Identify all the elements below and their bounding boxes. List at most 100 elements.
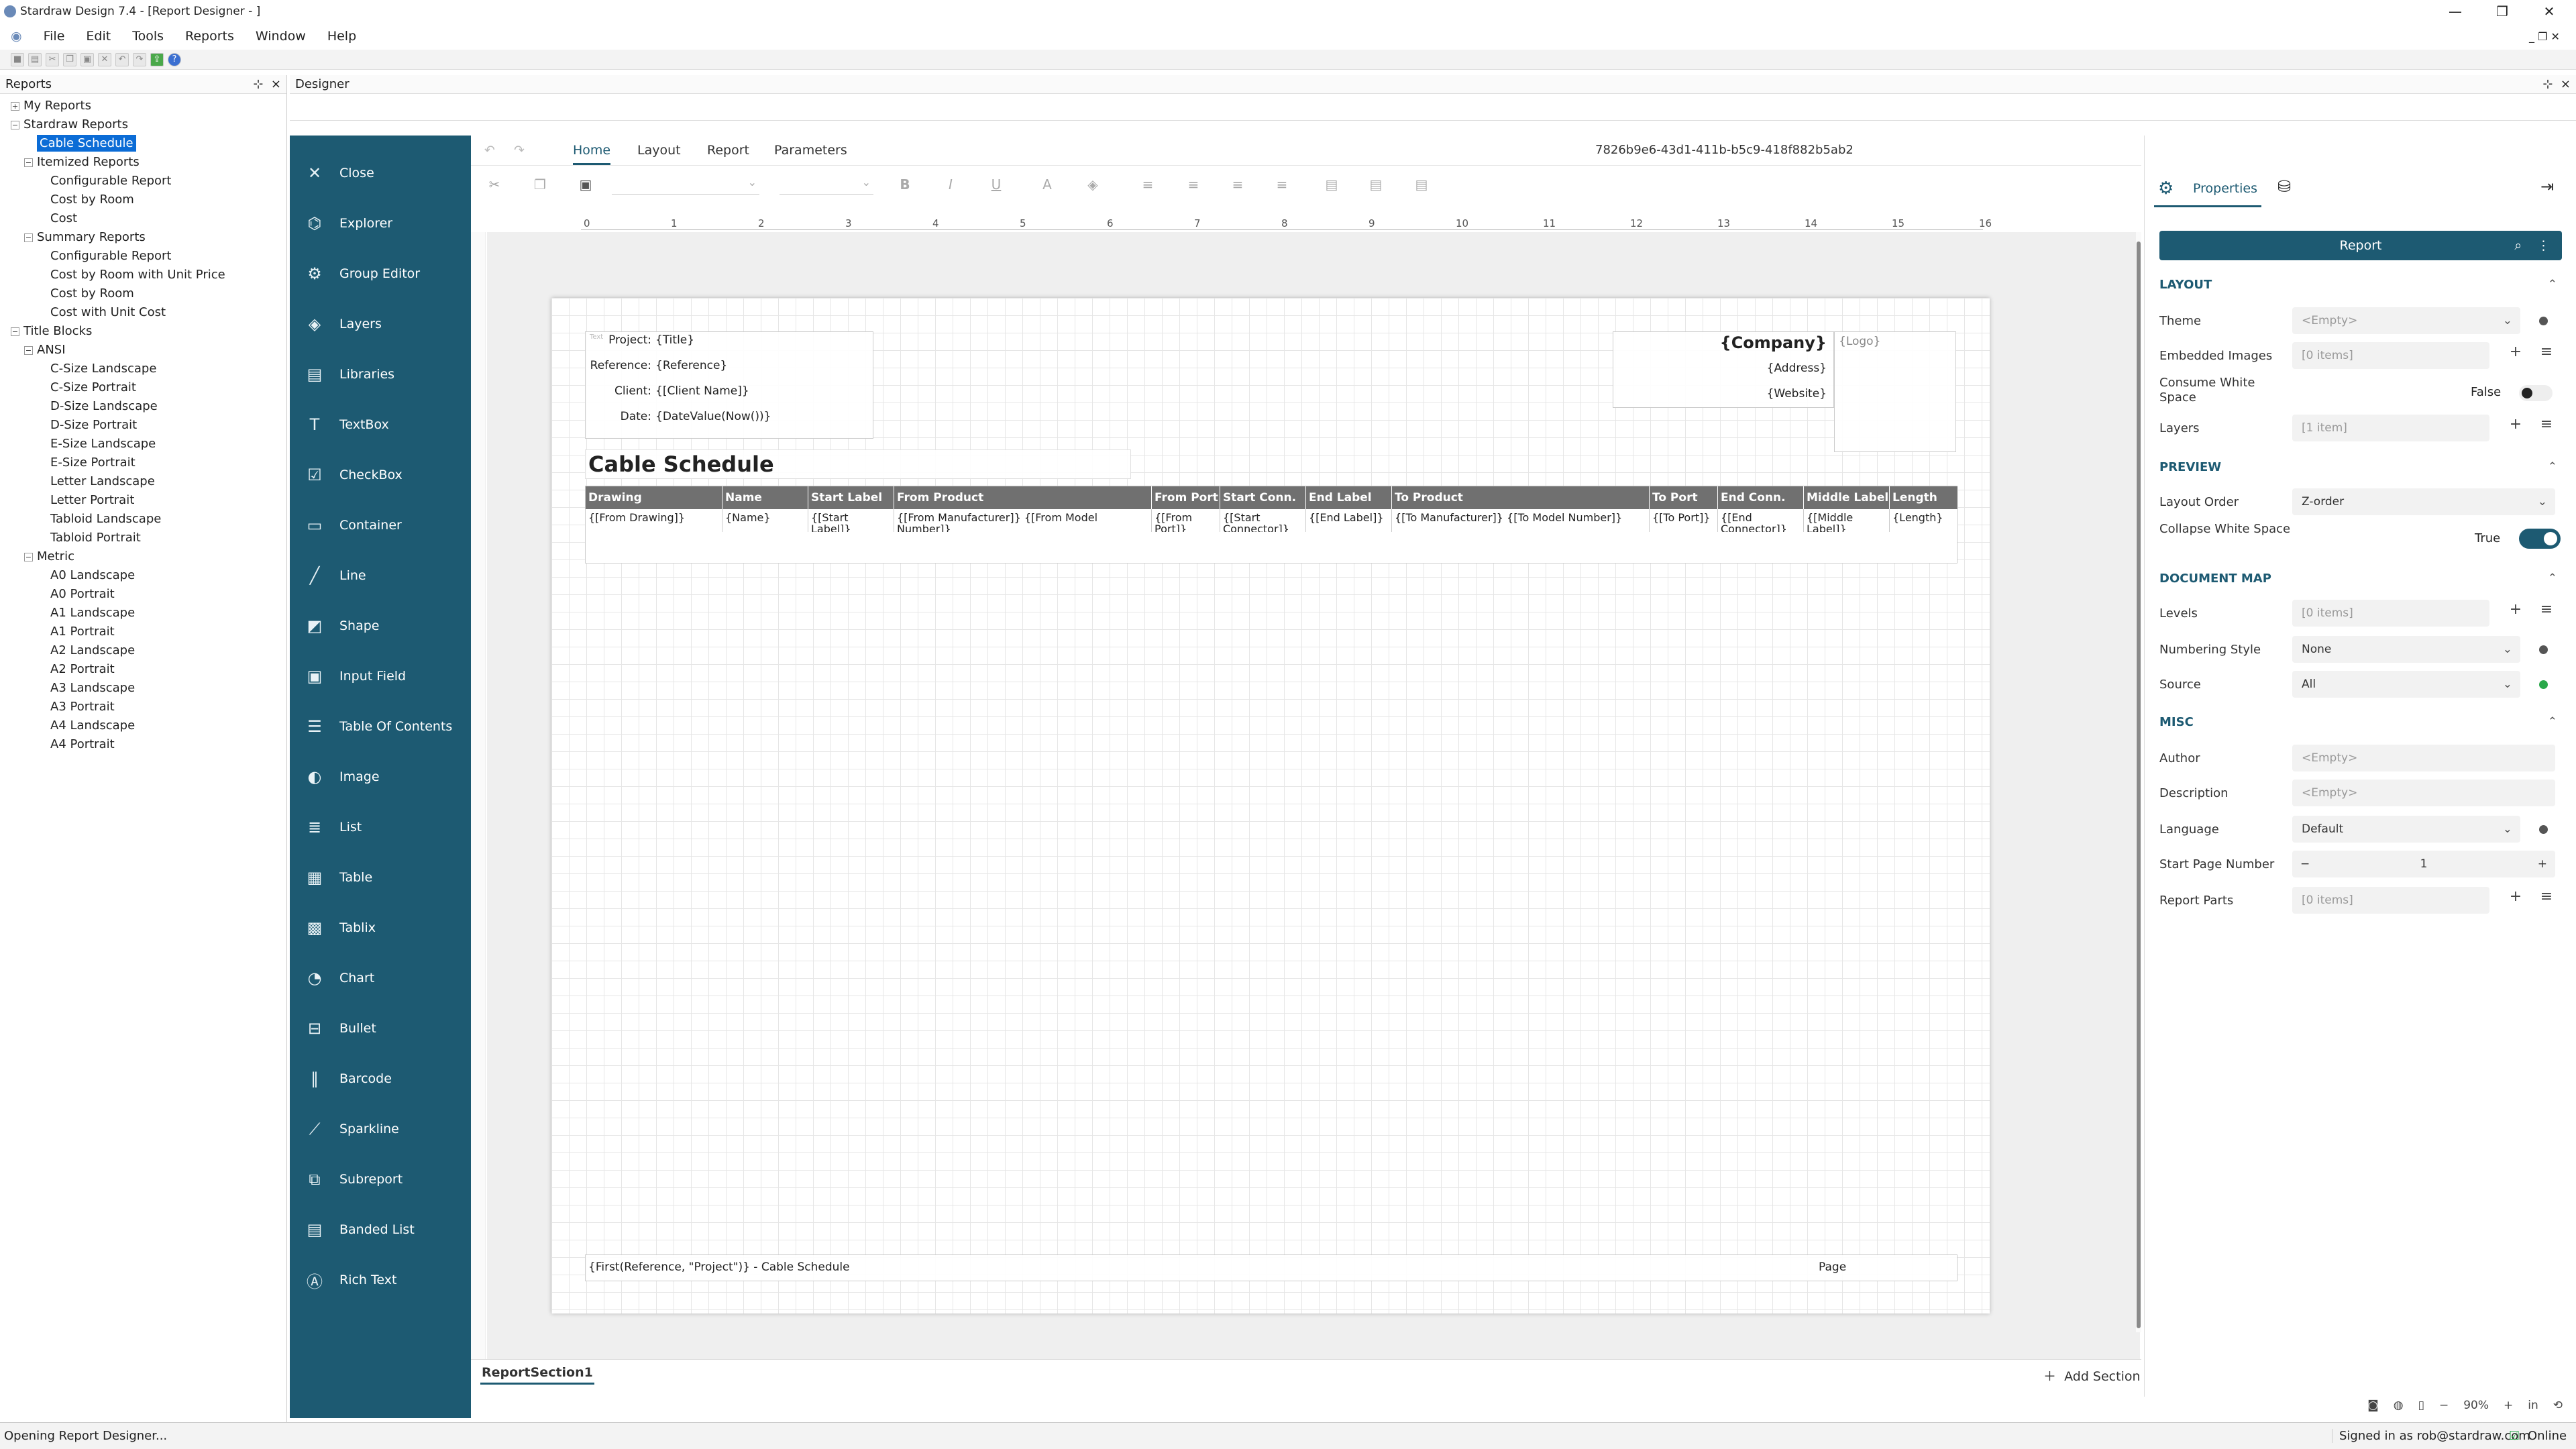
page-size-icon[interactable]: ▯ — [2418, 1399, 2424, 1412]
collapse-ws-toggle[interactable] — [2519, 529, 2561, 549]
chevron-up-icon[interactable]: ⌃ — [2548, 278, 2557, 291]
footer-left-field[interactable]: {First(Reference, "Project")} - Cable Sc… — [588, 1260, 850, 1274]
start-page-stepper[interactable]: − 1 + — [2292, 851, 2555, 877]
report-heading[interactable]: Cable Schedule — [588, 451, 774, 477]
logo-box[interactable]: {Logo} — [1834, 331, 1956, 452]
numbering-reset-icon[interactable] — [2539, 645, 2548, 654]
table-header-cell[interactable]: Name — [722, 486, 808, 509]
reset-zoom-icon[interactable]: ⟲ — [2553, 1399, 2563, 1412]
tree-item[interactable]: Configurable Report — [38, 172, 171, 191]
expander-icon[interactable]: − — [11, 327, 19, 336]
add-section-button[interactable]: ＋ Add Section — [2043, 1366, 2141, 1385]
valign-top-icon[interactable]: ▤ — [1323, 176, 1340, 193]
project-field[interactable]: {Title} — [655, 333, 694, 347]
footer-page-field[interactable]: Page — [1819, 1260, 1846, 1274]
zoom-level[interactable]: 90% — [2463, 1399, 2489, 1412]
table-header-cell[interactable]: Start Label — [808, 486, 894, 509]
tree-item[interactable]: Cost with Unit Cost — [38, 303, 166, 322]
toolbox-item-banded-list[interactable]: ▤ Banded List — [290, 1210, 471, 1250]
tree-item[interactable]: − Itemized Reports — [24, 153, 140, 172]
toolbox-item-libraries[interactable]: ▤ Libraries — [290, 354, 471, 394]
tree-item[interactable]: − Stardraw Reports — [11, 115, 128, 134]
tree-item[interactable]: Cost by Room — [38, 284, 134, 303]
redo-ribbon-icon[interactable]: ↷ — [514, 136, 525, 165]
toolbox-item-group-editor[interactable]: ⚙ Group Editor — [290, 254, 471, 294]
toolbox-item-image[interactable]: ◐ Image — [290, 757, 471, 797]
tree-item[interactable]: Cost — [38, 209, 77, 228]
tree-item[interactable]: Tabloid Portrait — [38, 529, 141, 547]
tab-home[interactable]: Home — [573, 136, 611, 165]
menu-edit[interactable]: Edit — [75, 29, 121, 44]
data-sources-icon[interactable]: ⛁ — [2277, 177, 2291, 196]
increment-icon[interactable]: + — [2538, 857, 2547, 871]
company-box[interactable]: {Company} {Address} {Website} — [1613, 331, 1834, 408]
toolbox-item-shape[interactable]: ◩ Shape — [290, 606, 471, 646]
minimize-button[interactable]: — — [2435, 0, 2475, 23]
tree-item[interactable]: A1 Landscape — [38, 604, 135, 623]
tree-item[interactable]: A4 Portrait — [38, 735, 115, 754]
layers-field[interactable]: [1 item] — [2292, 415, 2489, 441]
table-header-cell[interactable]: End Conn. — [1718, 486, 1804, 509]
report-heading-box[interactable]: Cable Schedule — [585, 449, 1131, 479]
table-header-cell[interactable]: From Product — [894, 486, 1152, 509]
toolbox-item-chart[interactable]: ◔ Chart — [290, 958, 471, 998]
layout-order-select[interactable]: Z-order ⌄ — [2292, 488, 2555, 515]
table-header-cell[interactable]: End Label — [1306, 486, 1392, 509]
table-detail-cell[interactable]: {Name} — [722, 509, 808, 532]
list-layers-icon[interactable]: ≡ — [2536, 416, 2557, 433]
toolbox-item-input-field[interactable]: ▣ Input Field — [290, 656, 471, 696]
collapse-panel-icon[interactable]: ⇥ — [2540, 177, 2554, 196]
description-input[interactable]: <Empty> — [2292, 780, 2555, 806]
help-icon[interactable]: ? — [168, 52, 181, 66]
source-select[interactable]: All ⌄ — [2292, 671, 2520, 698]
toolbox-item-rich-text[interactable]: Ⓐ Rich Text — [290, 1260, 471, 1300]
more-icon[interactable]: ⋮ — [2537, 238, 2550, 253]
chevron-up-icon[interactable]: ⌃ — [2548, 715, 2557, 729]
preview-icon[interactable]: ◍ — [2394, 1399, 2404, 1412]
cut-icon[interactable]: ✂ — [46, 52, 59, 66]
section-preview[interactable]: PREVIEW — [2159, 460, 2221, 474]
expander-icon[interactable]: + — [11, 101, 19, 111]
table-detail-cell[interactable]: {[From Port]} — [1152, 509, 1220, 532]
copy-ribbon-icon[interactable]: ❐ — [531, 176, 549, 193]
numbering-style-select[interactable]: None ⌄ — [2292, 636, 2520, 663]
tree-item[interactable]: C-Size Portrait — [38, 378, 136, 397]
list-parts-icon[interactable]: ≡ — [2536, 888, 2557, 905]
list-images-icon[interactable]: ≡ — [2536, 343, 2557, 360]
menu-window[interactable]: Window — [245, 29, 317, 44]
paste-icon[interactable]: ▣ — [80, 52, 94, 66]
tree-item[interactable]: E-Size Portrait — [38, 453, 136, 472]
font-color-icon[interactable]: A — [1038, 176, 1056, 193]
expander-icon[interactable]: − — [24, 345, 33, 355]
table-detail-cell[interactable]: {[From Drawing]} — [586, 509, 722, 532]
expander-icon[interactable]: − — [24, 158, 33, 167]
gear-icon[interactable]: ⚙ — [2158, 178, 2174, 199]
language-select[interactable]: Default ⌄ — [2292, 816, 2520, 843]
table-detail-cell[interactable]: {[Start Connector]} — [1220, 509, 1306, 532]
add-part-icon[interactable]: + — [2506, 888, 2526, 905]
table-header-cell[interactable]: Middle Label — [1804, 486, 1890, 509]
paste-ribbon-icon[interactable]: ▣ — [577, 176, 594, 193]
tree-item[interactable]: − Summary Reports — [24, 228, 146, 247]
section-document-map[interactable]: DOCUMENT MAP — [2159, 572, 2271, 586]
toolbox-item-layers[interactable]: ◈ Layers — [290, 304, 471, 344]
tree-item[interactable]: − ANSI — [24, 341, 66, 360]
toolbox-item-tablix[interactable]: ▩ Tablix — [290, 908, 471, 948]
cut-ribbon-icon[interactable]: ✂ — [486, 176, 503, 193]
table-detail-cell[interactable]: {[End Label]} — [1306, 509, 1392, 532]
table-header-cell[interactable]: To Product — [1392, 486, 1650, 509]
toolbox-item-checkbox[interactable]: ☑ CheckBox — [290, 455, 471, 495]
object-selector[interactable]: Report ⌕ ⋮ — [2159, 231, 2562, 260]
tree-item[interactable]: A0 Landscape — [38, 566, 135, 585]
toolbox-item-sparkline[interactable]: ⟋ Sparkline — [290, 1109, 471, 1149]
add-image-icon[interactable]: + — [2506, 343, 2526, 360]
tree-item[interactable]: Configurable Report — [38, 247, 171, 266]
tree-item[interactable]: A0 Portrait — [38, 585, 115, 604]
undo-icon[interactable]: ↶ — [115, 52, 129, 66]
table-header-cell[interactable]: Length — [1890, 486, 1958, 509]
designer-pane-controls[interactable]: ⊹ × — [2542, 77, 2571, 91]
levels-field[interactable]: [0 items] — [2292, 600, 2489, 627]
underline-icon[interactable]: U — [987, 176, 1005, 193]
delete-icon[interactable]: ✕ — [98, 52, 111, 66]
redo-icon[interactable]: ↷ — [133, 52, 146, 66]
